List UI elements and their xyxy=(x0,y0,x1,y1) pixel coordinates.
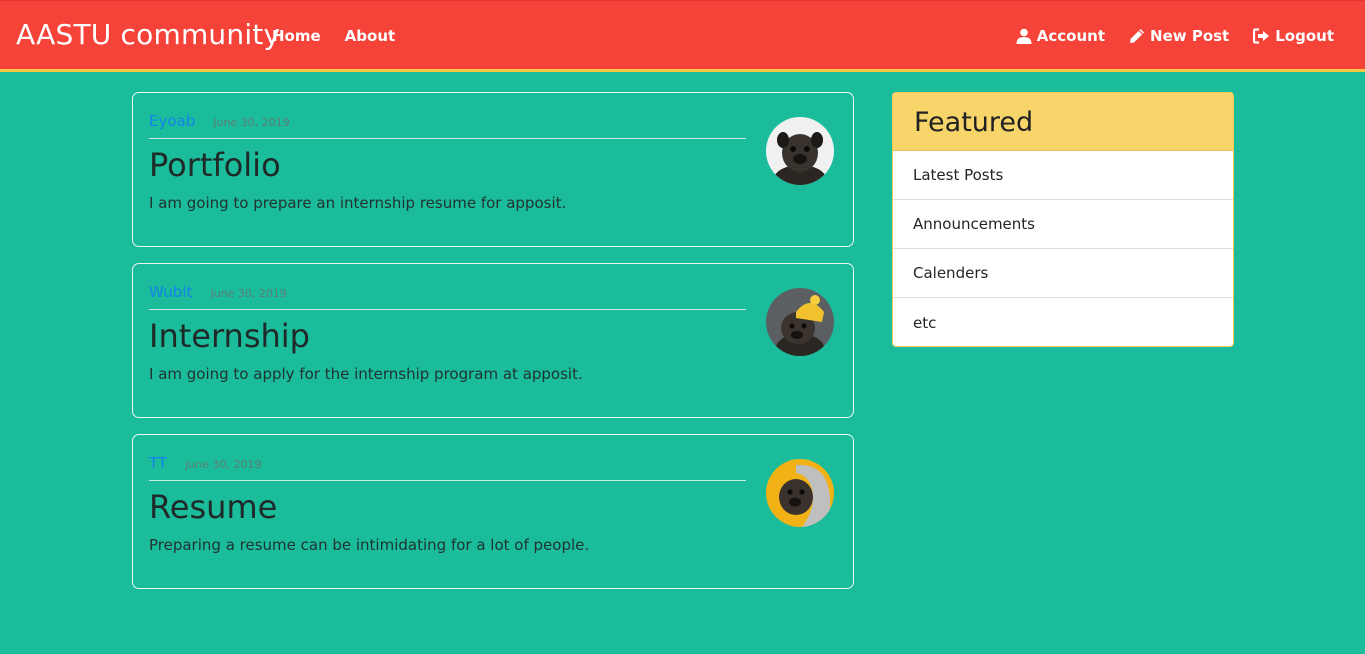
post-card: Eyoab June 30, 2019 Portfolio I am going… xyxy=(132,92,854,247)
post-content: Preparing a resume can be intimidating f… xyxy=(149,536,590,554)
author-avatar[interactable] xyxy=(766,288,834,356)
nav-logout-link[interactable]: Logout xyxy=(1253,25,1334,47)
nav-about-link[interactable]: About xyxy=(345,25,396,47)
dog-avatar-icon xyxy=(766,288,834,356)
featured-item-calenders[interactable]: Calenders xyxy=(893,249,1233,298)
post-card: TT June 30, 2019 Resume Preparing a resu… xyxy=(132,434,854,589)
post-date: June 30, 2019 xyxy=(210,287,287,300)
navbar: AASTU community Home About Account New P… xyxy=(0,0,1365,72)
post-meta: Eyoab June 30, 2019 xyxy=(149,112,290,130)
post-author-link[interactable]: Wubit xyxy=(149,283,192,301)
post-meta: Wubit June 30, 2019 xyxy=(149,283,287,301)
dog-avatar-icon xyxy=(766,117,834,185)
post-divider xyxy=(149,309,746,310)
post-date: June 30, 2019 xyxy=(185,458,262,471)
post-content: I am going to prepare an internship resu… xyxy=(149,194,567,212)
featured-panel: Featured Latest Posts Announcements Cale… xyxy=(892,92,1234,347)
post-divider xyxy=(149,480,746,481)
sign-out-icon xyxy=(1253,28,1270,44)
post-divider xyxy=(149,138,746,139)
author-avatar[interactable] xyxy=(766,117,834,185)
brand-logo[interactable]: AASTU community xyxy=(16,17,280,53)
pencil-icon xyxy=(1130,29,1145,43)
featured-item-latest-posts[interactable]: Latest Posts xyxy=(893,151,1233,200)
featured-header: Featured xyxy=(893,93,1233,151)
post-meta: TT June 30, 2019 xyxy=(149,454,262,472)
post-date: June 30, 2019 xyxy=(213,116,290,129)
nav-right: Account New Post Logout xyxy=(1016,25,1334,47)
author-avatar[interactable] xyxy=(766,459,834,527)
post-content: I am going to apply for the internship p… xyxy=(149,365,583,383)
post-title[interactable]: Internship xyxy=(149,316,310,356)
user-icon xyxy=(1016,28,1032,44)
post-card: Wubit June 30, 2019 Internship I am goin… xyxy=(132,263,854,418)
nav-new-post-label: New Post xyxy=(1150,27,1230,45)
nav-logout-label: Logout xyxy=(1275,27,1334,45)
nav-home-link[interactable]: Home xyxy=(272,25,321,47)
nav-left: Home About xyxy=(272,25,395,47)
featured-item-etc[interactable]: etc xyxy=(893,298,1233,346)
featured-item-announcements[interactable]: Announcements xyxy=(893,200,1233,249)
post-author-link[interactable]: Eyoab xyxy=(149,112,195,130)
nav-account-link[interactable]: Account xyxy=(1016,25,1105,47)
post-title[interactable]: Resume xyxy=(149,487,277,527)
post-author-link[interactable]: TT xyxy=(149,454,167,472)
nav-new-post-link[interactable]: New Post xyxy=(1129,25,1229,47)
post-title[interactable]: Portfolio xyxy=(149,145,281,185)
featured-title: Featured xyxy=(914,107,1034,138)
dog-avatar-icon xyxy=(766,459,834,527)
nav-account-label: Account xyxy=(1036,27,1106,45)
